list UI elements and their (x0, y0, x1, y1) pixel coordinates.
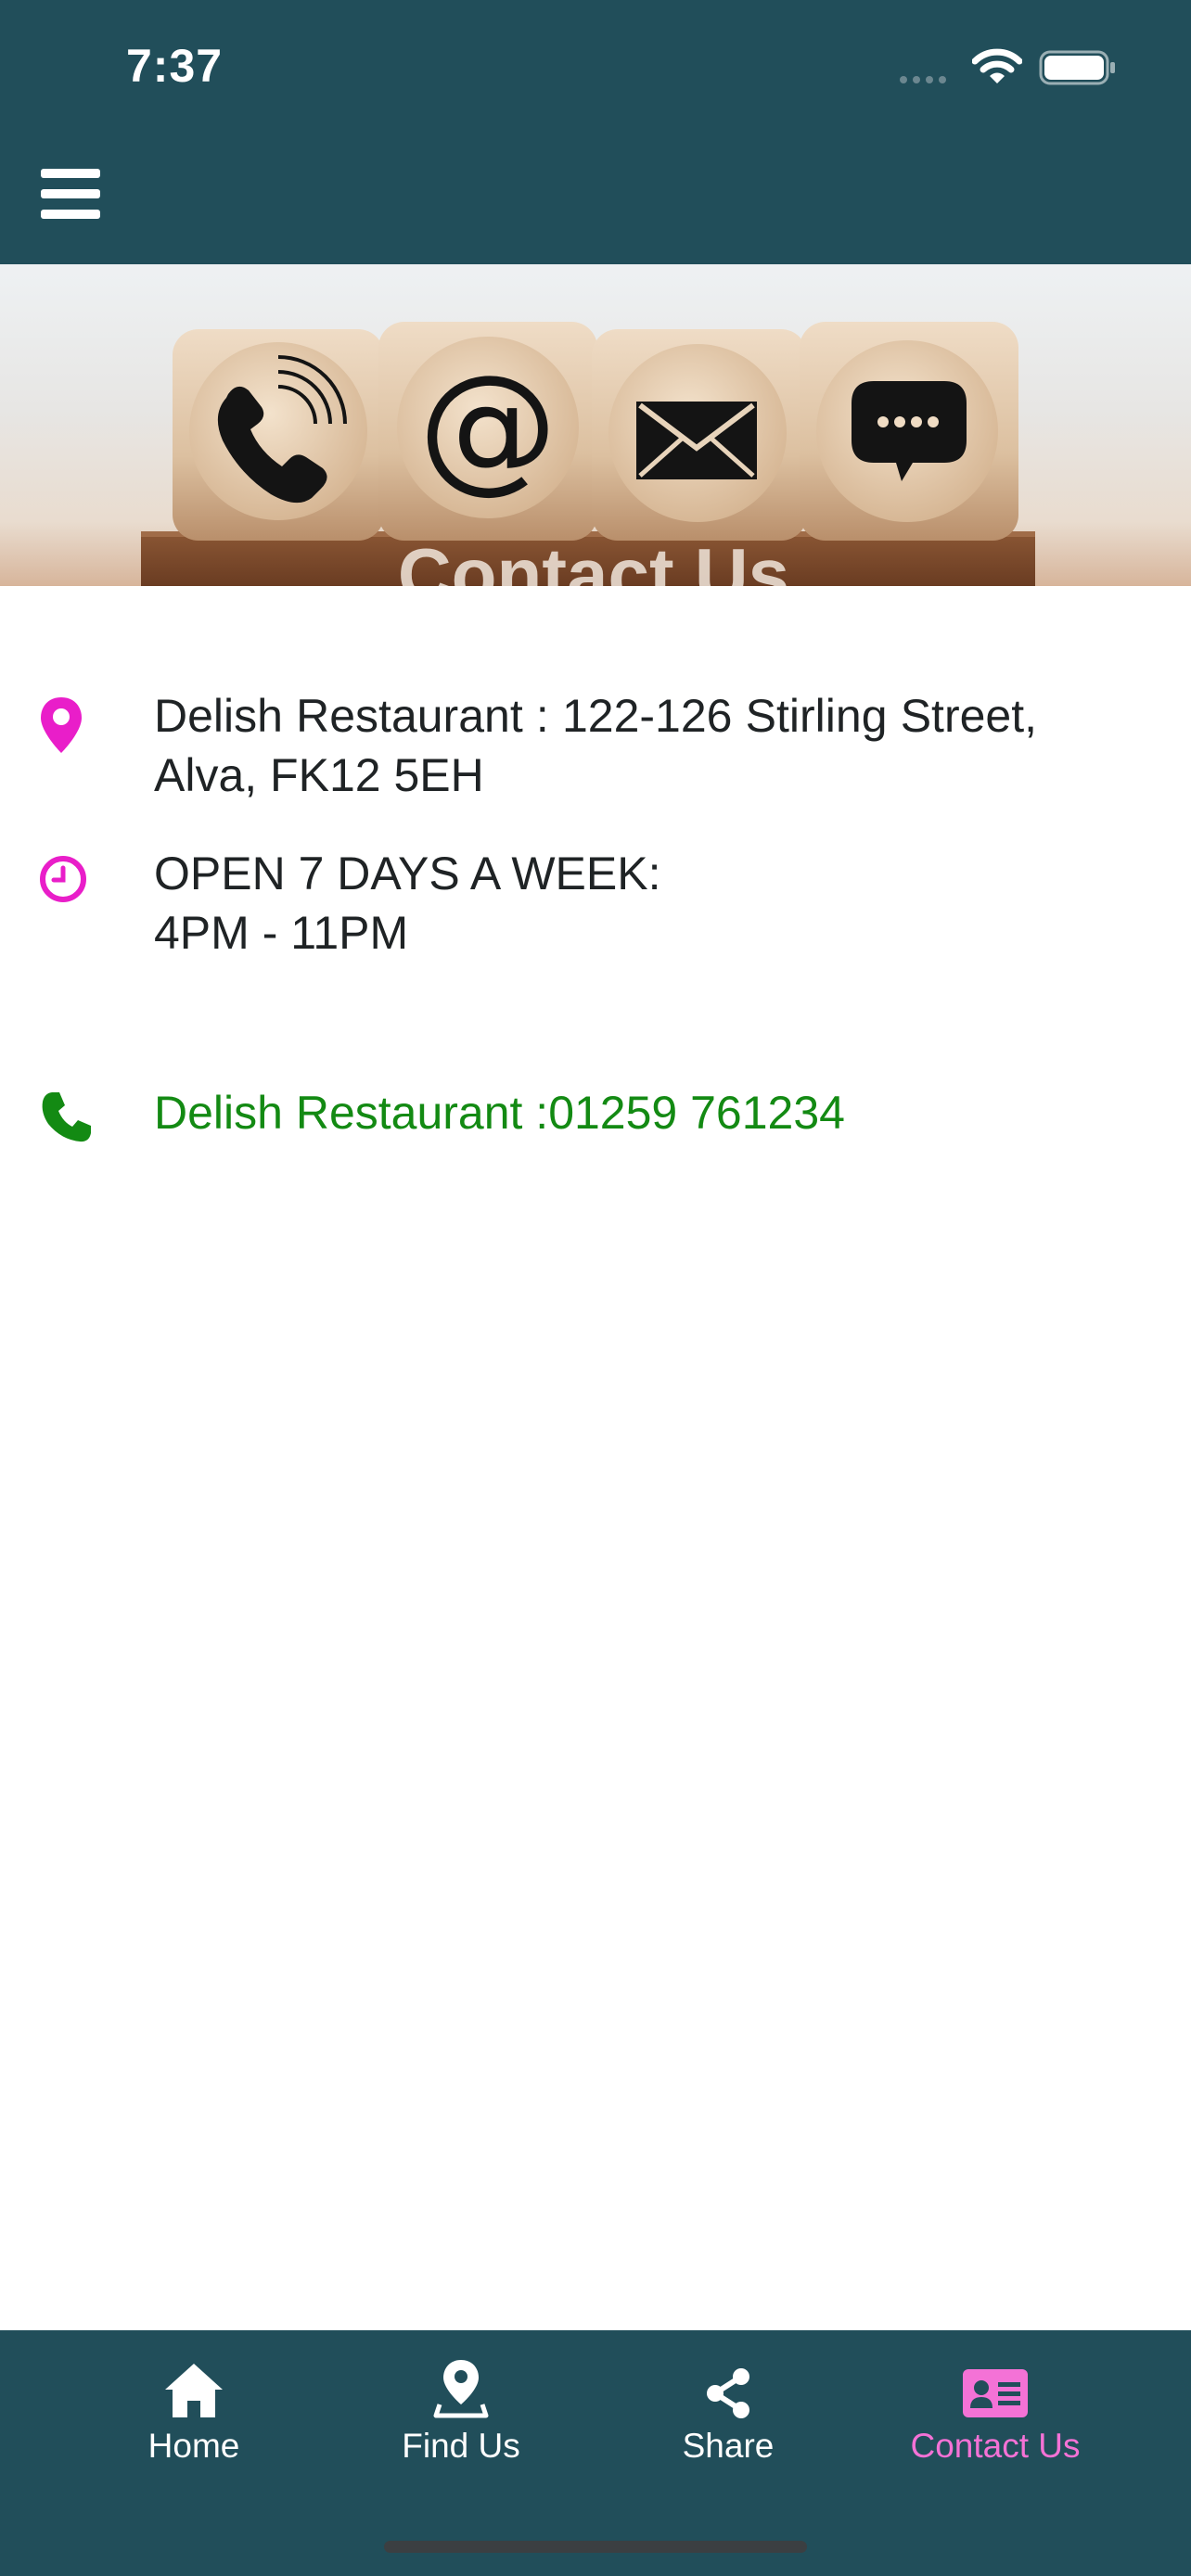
envelope-cube (592, 329, 807, 541)
hours-line-days: OPEN 7 DAYS A WEEK: (154, 848, 661, 899)
hours-text: OPEN 7 DAYS A WEEK: 4PM - 11PM (154, 844, 1037, 963)
envelope-icon (636, 402, 757, 479)
phone-cube (173, 329, 384, 541)
svg-text:Contact Us: Contact Us (398, 533, 789, 586)
tab-contact-us[interactable]: Contact Us (865, 2330, 1125, 2479)
wifi-icon (972, 48, 1022, 83)
map-marker-icon (41, 697, 82, 753)
tab-find-us[interactable]: Find Us (331, 2330, 591, 2479)
map-pin-icon (433, 2360, 489, 2418)
address-text: Delish Restaurant : 122-126 Stirling Str… (154, 690, 1037, 801)
tab-share[interactable]: Share (598, 2330, 858, 2479)
home-icon (165, 2364, 223, 2417)
contact-card-icon (963, 2369, 1028, 2417)
share-icon (707, 2368, 749, 2418)
phone-number-link[interactable]: Delish Restaurant :01259 761234 (154, 1083, 1037, 1142)
hamburger-menu-button[interactable] (41, 169, 100, 219)
tab-home-label: Home (147, 2427, 240, 2465)
tab-contact-us-label: Contact Us (910, 2427, 1081, 2465)
at-sign-cube: @ (378, 322, 597, 541)
bottom-tab-bar: Home Find Us Share Contact Us (0, 2330, 1191, 2576)
status-time: 7:37 (126, 40, 224, 92)
chat-cube (800, 322, 1018, 541)
hours-line-times: 4PM - 11PM (154, 907, 409, 959)
battery-icon (1039, 50, 1115, 85)
tab-home[interactable]: Home (64, 2330, 324, 2479)
contact-banner-image: Contact Us @ (0, 264, 1191, 586)
clock-icon (40, 856, 86, 902)
signal-dots-icon (900, 76, 946, 83)
at-sign-icon: @ (418, 346, 557, 507)
tab-find-us-label: Find Us (402, 2427, 520, 2465)
home-indicator[interactable] (384, 2541, 807, 2553)
tab-share-label: Share (682, 2427, 775, 2465)
phone-icon[interactable] (39, 1089, 95, 1144)
hamburger-icon (41, 169, 100, 178)
app-header: 7:37 (0, 0, 1191, 264)
